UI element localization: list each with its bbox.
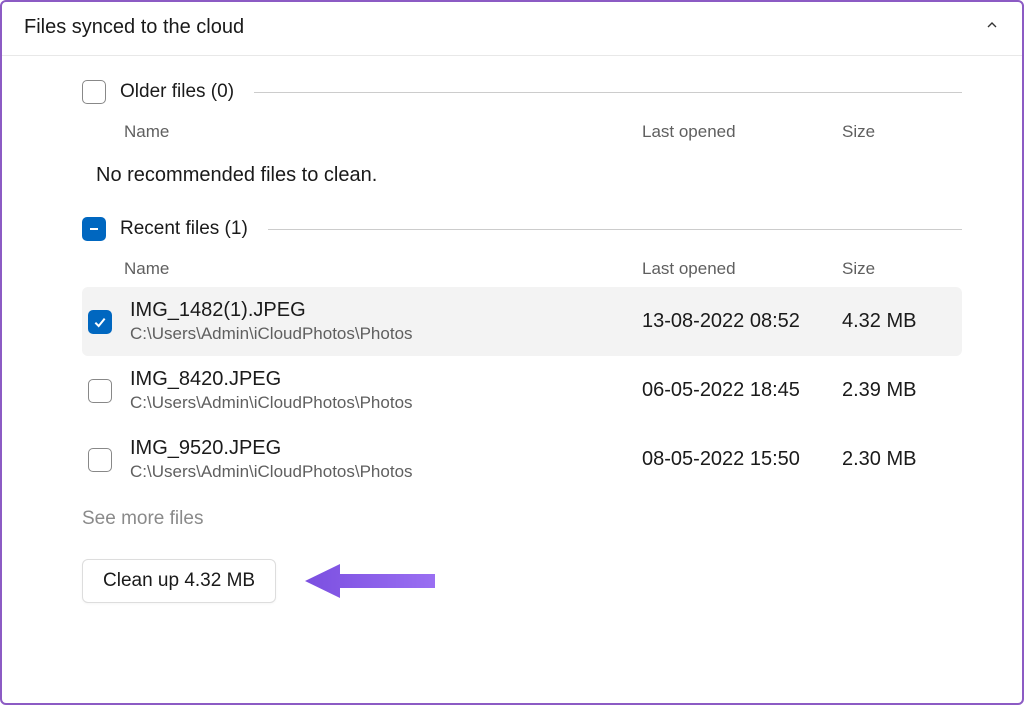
file-path: C:\Users\Admin\iCloudPhotos\Photos: [130, 462, 642, 482]
file-last-opened: 13-08-2022 08:52: [642, 310, 842, 333]
file-checkbox[interactable]: [88, 379, 112, 403]
col-size: Size: [842, 259, 962, 279]
file-size: 2.39 MB: [842, 379, 962, 402]
panel-content: Older files (0) Name Last opened Size No…: [2, 56, 1022, 703]
col-name: Name: [124, 122, 642, 142]
cleanup-button[interactable]: Clean up 4.32 MB: [82, 559, 276, 603]
col-last-opened: Last opened: [642, 259, 842, 279]
file-info: IMG_8420.JPEG C:\Users\Admin\iCloudPhoto…: [124, 368, 642, 413]
file-name: IMG_8420.JPEG: [130, 368, 642, 391]
panel-title: Files synced to the cloud: [24, 16, 244, 39]
col-name: Name: [124, 259, 642, 279]
cleanup-bar: Clean up 4.32 MB: [82, 556, 962, 606]
section-header: Recent files (1): [82, 217, 962, 241]
section-header: Older files (0): [82, 80, 962, 104]
column-headers: Name Last opened Size: [82, 253, 962, 287]
file-checkbox[interactable]: [88, 310, 112, 334]
file-name: IMG_1482(1).JPEG: [130, 299, 642, 322]
col-last-opened: Last opened: [642, 122, 842, 142]
file-path: C:\Users\Admin\iCloudPhotos\Photos: [130, 393, 642, 413]
col-size: Size: [842, 122, 962, 142]
column-headers: Name Last opened Size: [82, 116, 962, 150]
file-path: C:\Users\Admin\iCloudPhotos\Photos: [130, 324, 642, 344]
file-last-opened: 08-05-2022 15:50: [642, 448, 842, 471]
no-files-message: No recommended files to clean.: [82, 150, 962, 187]
annotation-arrow-icon: [300, 556, 440, 606]
divider-line: [268, 229, 962, 230]
recent-files-checkbox[interactable]: [82, 217, 106, 241]
collapse-icon[interactable]: [984, 17, 1000, 38]
file-row[interactable]: IMG_1482(1).JPEG C:\Users\Admin\iCloudPh…: [82, 287, 962, 356]
file-row[interactable]: IMG_9520.JPEG C:\Users\Admin\iCloudPhoto…: [82, 425, 962, 494]
file-size: 4.32 MB: [842, 310, 962, 333]
divider-line: [254, 92, 962, 93]
file-info: IMG_1482(1).JPEG C:\Users\Admin\iCloudPh…: [124, 299, 642, 344]
older-files-checkbox[interactable]: [82, 80, 106, 104]
recent-files-section: Recent files (1) Name Last opened Size I…: [82, 217, 962, 606]
cloud-files-panel: Files synced to the cloud Older files (0…: [0, 0, 1024, 705]
recent-files-title: Recent files (1): [120, 218, 248, 240]
older-files-section: Older files (0) Name Last opened Size No…: [82, 80, 962, 187]
file-size: 2.30 MB: [842, 448, 962, 471]
file-checkbox[interactable]: [88, 448, 112, 472]
file-name: IMG_9520.JPEG: [130, 437, 642, 460]
file-row[interactable]: IMG_8420.JPEG C:\Users\Admin\iCloudPhoto…: [82, 356, 962, 425]
panel-header[interactable]: Files synced to the cloud: [2, 2, 1022, 56]
file-last-opened: 06-05-2022 18:45: [642, 379, 842, 402]
see-more-files-link[interactable]: See more files: [82, 508, 962, 530]
older-files-title: Older files (0): [120, 81, 234, 103]
file-info: IMG_9520.JPEG C:\Users\Admin\iCloudPhoto…: [124, 437, 642, 482]
